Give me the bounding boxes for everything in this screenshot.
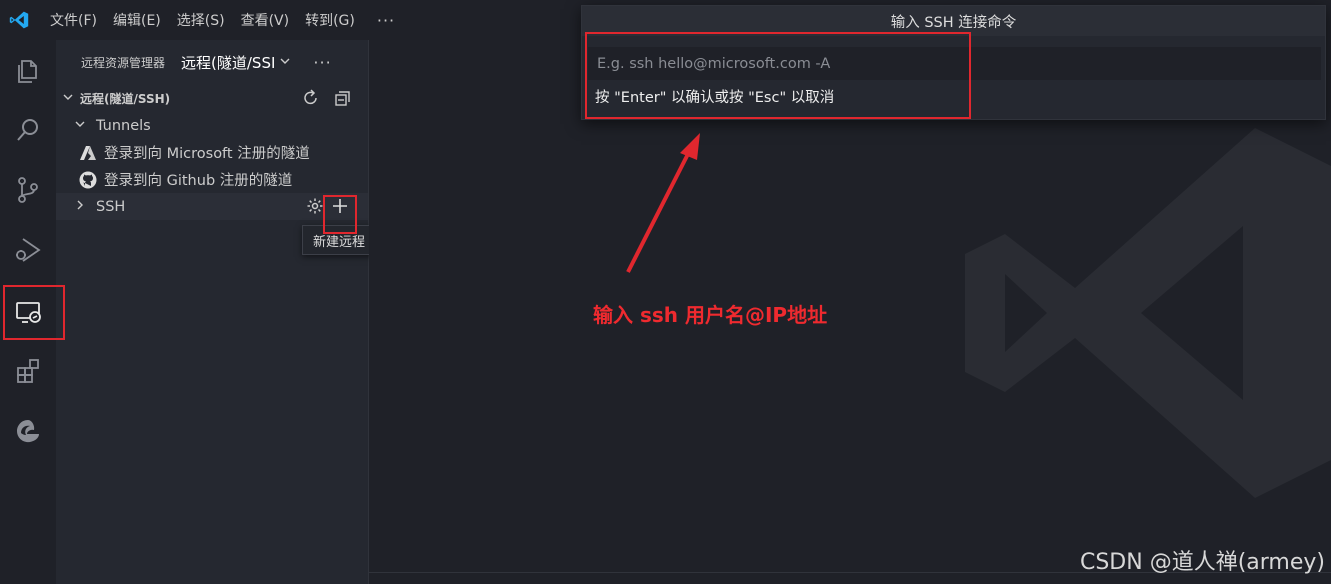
extensions-icon[interactable] bbox=[0, 343, 56, 399]
tunnel-item-github[interactable]: 登录到向 Github 注册的隧道 bbox=[56, 166, 368, 193]
menu-go[interactable]: 转到(G) bbox=[305, 10, 355, 30]
tunnels-label: Tunnels bbox=[96, 117, 151, 134]
sidebar-more-icon[interactable]: ··· bbox=[313, 53, 331, 72]
annotation-box-remote-icon bbox=[3, 285, 65, 340]
explorer-icon[interactable] bbox=[0, 43, 56, 99]
sidebar: 远程资源管理器 远程(隧道/SSI ··· 远程(隧道/SSH) Tunnels… bbox=[56, 40, 369, 584]
annotation-text: 输入 ssh 用户名@IP地址 bbox=[593, 303, 828, 327]
gear-icon[interactable] bbox=[306, 197, 324, 215]
chevron-down-icon[interactable] bbox=[279, 55, 291, 70]
watermark-credit: CSDN @道人禅(armey) bbox=[1079, 550, 1325, 575]
ssh-label: SSH bbox=[96, 198, 126, 215]
chevron-down-icon bbox=[74, 118, 88, 133]
remote-section-title: 远程(隧道/SSH) bbox=[80, 91, 171, 106]
remote-section-header[interactable]: 远程(隧道/SSH) bbox=[56, 84, 368, 112]
tunnel-item-microsoft[interactable]: 登录到向 Microsoft 注册的隧道 bbox=[56, 139, 368, 166]
run-debug-icon[interactable] bbox=[0, 222, 56, 278]
edge-icon[interactable] bbox=[0, 403, 56, 459]
sidebar-header: 远程资源管理器 远程(隧道/SSI ··· bbox=[56, 40, 368, 84]
menu-file[interactable]: 文件(F) bbox=[50, 10, 97, 30]
tunnel-item-label: 登录到向 Github 注册的隧道 bbox=[104, 173, 293, 189]
annotation-box-input bbox=[585, 32, 971, 119]
menu-view[interactable]: 查看(V) bbox=[241, 10, 290, 30]
source-control-icon[interactable] bbox=[0, 162, 56, 218]
sidebar-title: 远程资源管理器 bbox=[81, 55, 166, 70]
tunnels-node[interactable]: Tunnels bbox=[56, 112, 368, 139]
vscode-watermark-icon bbox=[965, 128, 1331, 498]
view-select[interactable]: 远程(隧道/SSI bbox=[181, 52, 275, 73]
search-icon[interactable] bbox=[0, 102, 56, 158]
azure-icon bbox=[78, 143, 98, 163]
refresh-icon[interactable] bbox=[301, 88, 321, 108]
ssh-node[interactable]: SSH bbox=[56, 193, 368, 220]
tunnel-item-label: 登录到向 Microsoft 注册的隧道 bbox=[104, 146, 310, 162]
chevron-down-icon bbox=[62, 91, 76, 106]
menu-selection[interactable]: 选择(S) bbox=[177, 10, 225, 30]
menu-more-icon[interactable]: ··· bbox=[377, 11, 395, 30]
github-icon bbox=[78, 170, 98, 190]
vscode-logo-icon bbox=[2, 0, 36, 40]
collapse-all-icon[interactable] bbox=[332, 88, 352, 108]
chevron-right-icon bbox=[74, 199, 88, 214]
menu-edit[interactable]: 编辑(E) bbox=[113, 10, 161, 30]
annotation-box-add-button bbox=[323, 195, 357, 234]
